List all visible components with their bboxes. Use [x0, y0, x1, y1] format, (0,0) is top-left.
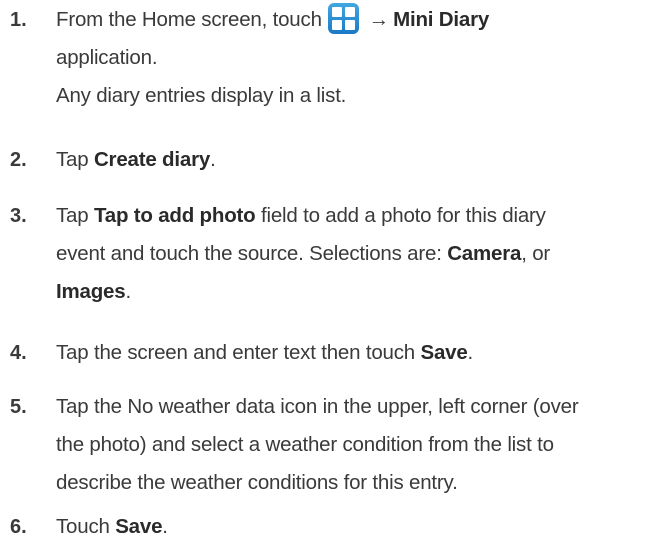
step-text-line: the photo) and select a weather conditio…: [56, 433, 554, 456]
step-number: 6.: [10, 516, 27, 538]
save-label: Save: [115, 515, 163, 538]
step-text-line: Any diary entries display in a list.: [56, 84, 347, 107]
step-text: Tap the No weather data icon in the uppe…: [56, 388, 656, 502]
step-text-part: From the Home screen, touch: [56, 8, 322, 31]
instructions-page: 1. From the Home screen, touch → Mini Diar…: [0, 0, 670, 552]
images-label: Images: [56, 280, 126, 303]
step-text-part: .: [467, 341, 474, 364]
step-text-line: describe the weather conditions for this…: [56, 471, 458, 494]
step-text-part: , or: [521, 242, 551, 265]
step-number: 3.: [10, 205, 27, 227]
step-text-part: Touch: [56, 515, 116, 538]
step-text: Tap Create diary.: [56, 141, 656, 179]
step-text-part: .: [210, 148, 216, 171]
step-text-part: Tap: [56, 148, 94, 171]
step-number: 1.: [10, 9, 27, 31]
step-number: 4.: [10, 342, 27, 364]
step-text: From the Home screen, touch → Mini Diary a…: [56, 1, 656, 115]
step-text: Tap the screen and enter text then touch…: [56, 334, 656, 372]
mini-diary-label: Mini Diary: [393, 8, 490, 31]
step-text-part: event and touch the source. Selections a…: [56, 242, 448, 265]
step-text-part: Tap: [56, 204, 94, 227]
step-text-part: .: [162, 515, 168, 538]
tap-to-add-photo-label: Tap to add photo: [93, 204, 256, 227]
step-text-line: Tap the No weather data icon in the uppe…: [56, 395, 579, 418]
step-text-part: field to add a photo for this diary: [255, 204, 546, 227]
save-label: Save: [420, 341, 468, 364]
apps-icon: [327, 3, 359, 35]
step-number: 2.: [10, 149, 27, 171]
create-diary-label: Create diary: [93, 148, 211, 171]
step-text-part: .: [125, 280, 131, 303]
step-number: 5.: [10, 396, 27, 418]
arrow-icon: →: [368, 8, 390, 31]
step-text-line: application.: [56, 46, 158, 69]
camera-label: Camera: [447, 242, 522, 265]
step-text: Tap Tap to add photo field to add a phot…: [56, 197, 656, 311]
step-text: Touch Save.: [56, 508, 656, 546]
step-text-part: Tap the screen and enter text then touch: [56, 341, 421, 364]
